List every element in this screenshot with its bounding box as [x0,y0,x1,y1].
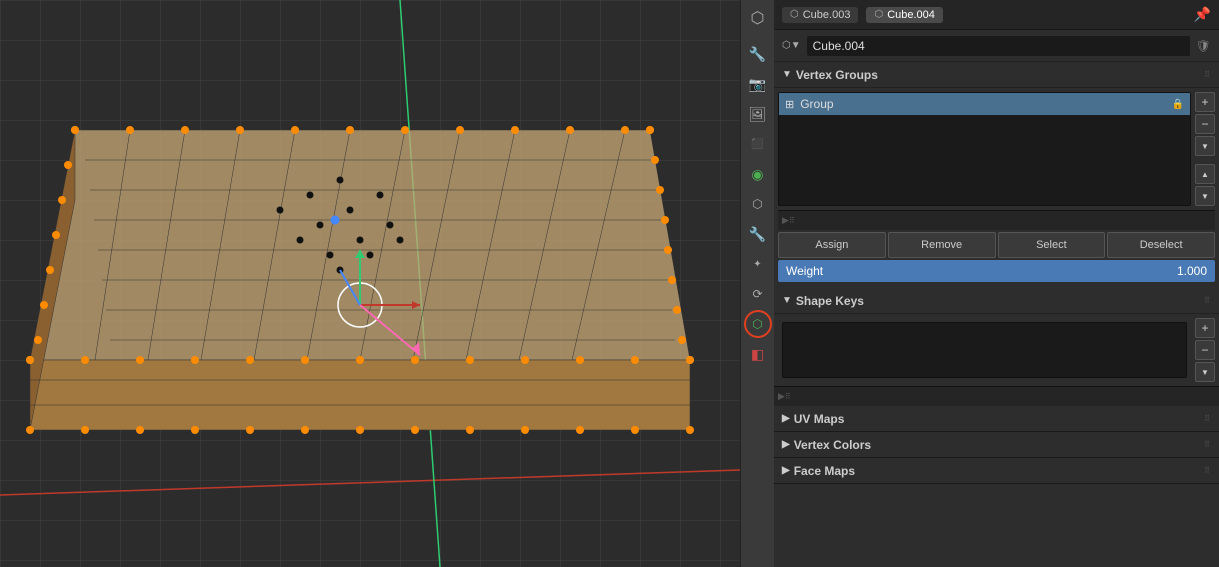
3d-viewport[interactable] [0,0,740,567]
vertex-groups-drag: ⠿ [1204,70,1211,79]
render-icon[interactable]: 🖼 [744,100,772,128]
uv-maps-arrow: ▶ [782,413,790,424]
shield-icon: 🛡 [1196,39,1211,53]
tab-cube003-icon: ⬡ [790,9,799,20]
remove-button[interactable]: Remove [888,232,996,258]
shape-keys-header[interactable]: ▼ Shape Keys ⠿ [774,288,1219,314]
uv-maps-header[interactable]: ▶ UV Maps ⠿ [774,406,1219,432]
vertex-groups-scroll-play: ▶ [782,215,789,226]
face-maps-drag: ⠿ [1204,466,1211,475]
vertex-colors-label: Vertex Colors [794,438,871,452]
tool-settings-icon[interactable]: 🔧 [744,40,772,68]
modifier-icon[interactable]: 🔧 [744,220,772,248]
shape-keys-list[interactable] [782,322,1187,378]
group-item-lock: 🔒 [1172,99,1184,110]
vertex-colors-drag: ⠿ [1204,440,1211,449]
vertex-groups-list-area: ⊞ Group 🔒 + − ▼ ▲ ▼ [778,92,1215,206]
weight-label: Weight [778,260,1169,282]
vertex-group-menu-btn[interactable]: ▼ [1195,136,1215,156]
shape-key-menu-btn[interactable]: ▼ [1195,362,1215,382]
vertex-groups-content: ⊞ Group 🔒 + − ▼ ▲ ▼ ▶ ⠿ [774,88,1219,288]
vertex-groups-scroll[interactable]: ▶ ⠿ [778,210,1215,230]
shape-keys-scroll[interactable]: ▶ ⠿ [774,386,1219,406]
shape-keys-content: + − ▼ ▶ ⠿ [774,314,1219,406]
object-header: ⬡▼ Cube.004 🛡 [774,30,1219,62]
tab-cube003-label: Cube.003 [803,9,851,21]
shape-keys-scroll-play: ▶ [778,391,785,402]
scene-icon[interactable]: 📷 [744,70,772,98]
move-vertex-group-down-btn[interactable]: ▼ [1195,186,1215,206]
vertex-groups-scroll-dots: ⠿ [789,216,796,225]
vertex-groups-arrow: ▼ [782,69,792,80]
vertex-group-list[interactable]: ⊞ Group 🔒 [778,92,1191,206]
vertex-colors-arrow: ▶ [782,439,790,450]
tab-cube003[interactable]: ⬡ Cube.003 [782,7,858,23]
shape-keys-arrow: ▼ [782,295,792,306]
face-maps-arrow: ▶ [782,465,790,476]
object-name-input[interactable]: Cube.004 [807,36,1190,56]
physics-icon[interactable]: ⟳ [744,280,772,308]
uv-maps-drag: ⠿ [1204,414,1211,423]
scene-tab-icon[interactable]: ⬡ [744,4,772,32]
view-layer-icon[interactable]: ⬛ [744,130,772,158]
vertex-groups-header[interactable]: ▼ Vertex Groups ⠿ [774,62,1219,88]
uv-maps-label: UV Maps [794,412,845,426]
group-item-icon: ⊞ [785,98,794,111]
object-type-dropdown[interactable]: ⬡▼ [782,40,801,51]
shape-keys-drag: ⠿ [1204,296,1211,305]
tab-cube004-label: Cube.004 [887,9,935,21]
properties-panel: ⬡ Cube.003 ⬡ Cube.004 📌 ⬡▼ Cube.004 🛡 ▼ … [774,0,1219,567]
material-icon[interactable]: ◧ [744,340,772,368]
assign-button[interactable]: Assign [778,232,886,258]
tab-cube004[interactable]: ⬡ Cube.004 [866,7,942,23]
add-shape-key-btn[interactable]: + [1195,318,1215,338]
deselect-button[interactable]: Deselect [1107,232,1215,258]
add-vertex-group-btn[interactable]: + [1195,92,1215,112]
vertex-groups-side-buttons: + − ▼ ▲ ▼ [1195,92,1215,206]
mesh-data-icon[interactable]: ⬡ [744,310,772,338]
viewport-background [0,0,740,567]
pin-icon[interactable]: 📌 [1194,6,1211,23]
group-item-name: Group [800,97,833,111]
face-maps-header[interactable]: ▶ Face Maps ⠿ [774,458,1219,484]
vertex-group-item-group[interactable]: ⊞ Group 🔒 [779,93,1190,115]
object-properties-icon[interactable]: ⬡ [744,190,772,218]
shape-keys-label: Shape Keys [796,294,864,308]
face-maps-label: Face Maps [794,464,855,478]
weight-row[interactable]: Weight 1.000 [778,260,1215,282]
select-button[interactable]: Select [998,232,1106,258]
vertex-groups-label: Vertex Groups [796,68,878,82]
vertex-group-action-buttons: Assign Remove Select Deselect [778,232,1215,258]
sidebar: ⬡ 🔧 📷 🖼 ⬛ ◉ ⬡ 🔧 ✦ ⟳ ⬡ ◧ ⬡ Cube.003 ⬡ Cub… [740,0,1219,567]
remove-shape-key-btn[interactable]: − [1195,340,1215,360]
remove-vertex-group-btn[interactable]: − [1195,114,1215,134]
tab-cube004-icon: ⬡ [874,9,883,20]
top-header: ⬡ Cube.003 ⬡ Cube.004 📌 [774,0,1219,30]
vertex-colors-header[interactable]: ▶ Vertex Colors ⠿ [774,432,1219,458]
move-vertex-group-up-btn[interactable]: ▲ [1195,164,1215,184]
world-icon[interactable]: ◉ [744,160,772,188]
icon-toolbar: ⬡ 🔧 📷 🖼 ⬛ ◉ ⬡ 🔧 ✦ ⟳ ⬡ ◧ [740,0,774,567]
shape-keys-scroll-dots: ⠿ [785,392,792,401]
weight-value: 1.000 [1169,260,1215,282]
shape-keys-side-buttons: + − ▼ [1195,318,1215,382]
particles-icon[interactable]: ✦ [744,250,772,278]
